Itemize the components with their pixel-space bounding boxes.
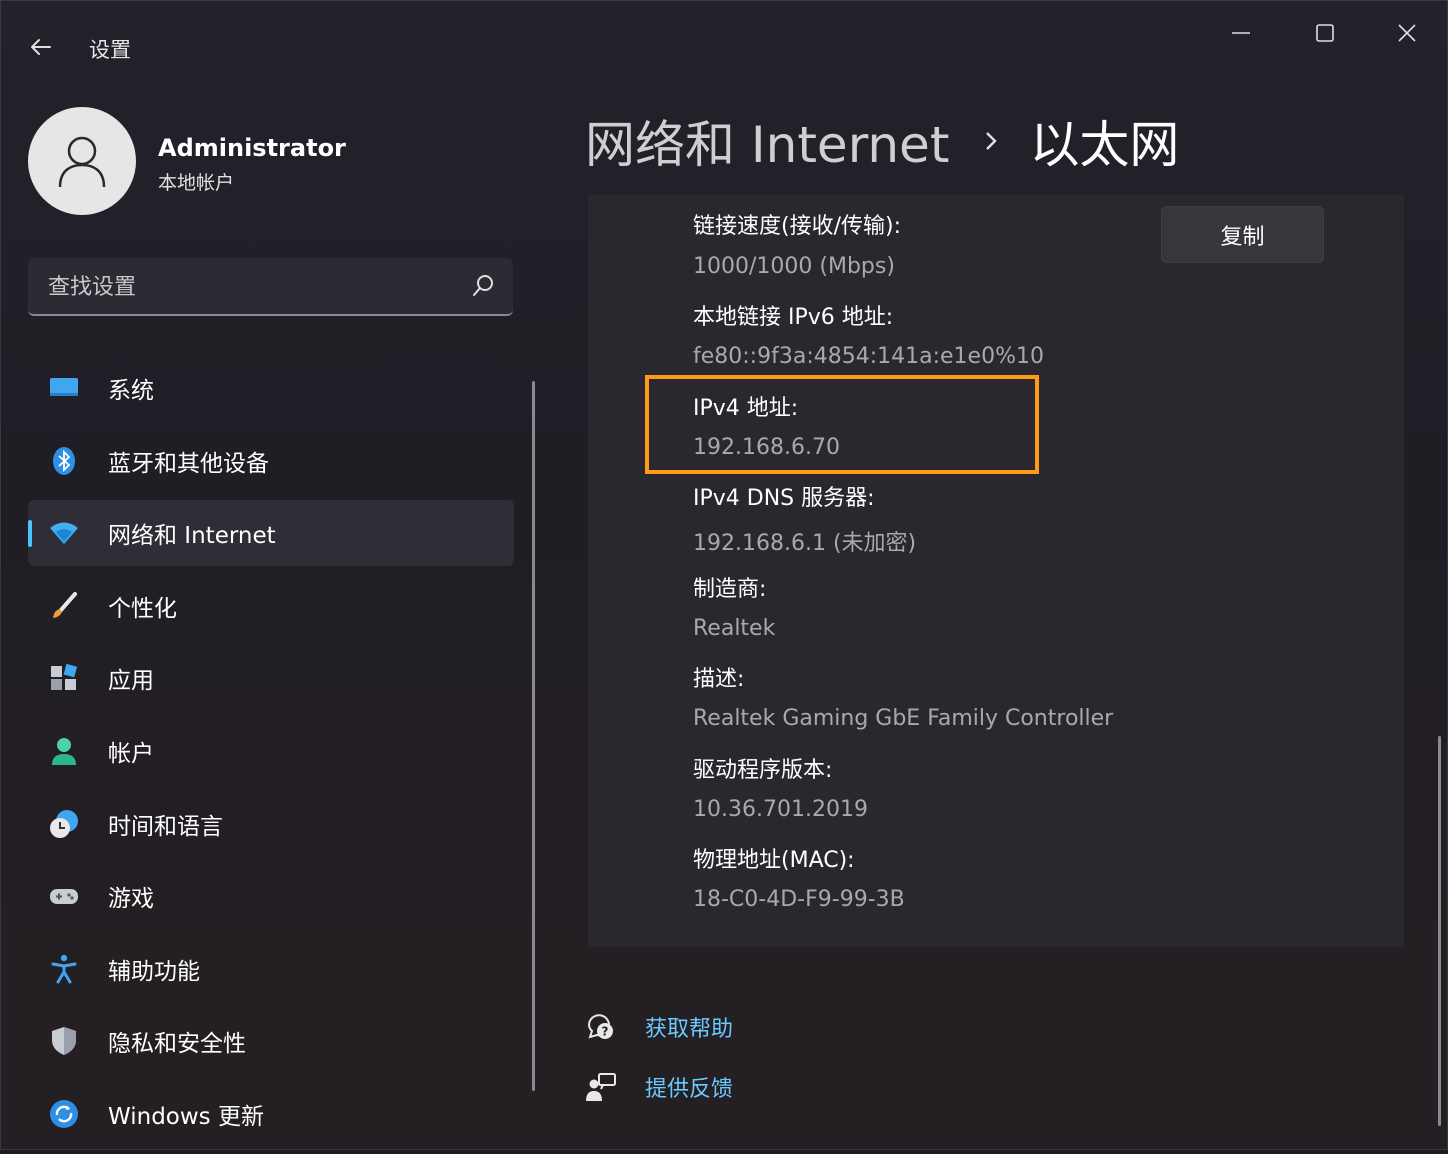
driver-version-label: 驱动程序版本: (693, 758, 833, 783)
shield-icon (48, 1025, 80, 1057)
person-icon (48, 735, 80, 767)
sidebar-item-windows-update[interactable]: Windows 更新 (28, 1081, 514, 1147)
get-help-link[interactable]: ? 获取帮助 (585, 1011, 733, 1043)
bluetooth-icon (48, 445, 80, 477)
breadcrumb: 网络和 Internet 以太网 (585, 106, 1179, 176)
sidebar-item-privacy-security[interactable]: 隐私和安全性 (28, 1008, 514, 1074)
svg-text:?: ? (602, 1025, 609, 1039)
sidebar-item-accessibility[interactable]: 辅助功能 (28, 936, 514, 1002)
search-icon[interactable] (471, 274, 495, 298)
monitor-icon (48, 372, 80, 404)
get-help-label[interactable]: 获取帮助 (645, 1011, 733, 1043)
sidebar-item-label: 个性化 (108, 595, 177, 622)
sidebar-item-time-language[interactable]: 时间和语言 (28, 791, 514, 857)
minimize-button[interactable] (1211, 13, 1271, 53)
mac-value: 18-C0-4D-F9-99-3B (693, 887, 905, 912)
page-title: 以太网 (1029, 116, 1180, 174)
maximize-button[interactable] (1295, 13, 1355, 53)
content-scrollbar[interactable] (1438, 736, 1441, 1126)
manufacturer-label: 制造商: (693, 577, 767, 602)
adapter-properties-card: 复制 链接速度(接收/传输): 1000/1000 (Mbps) 本地链接 IP… (588, 194, 1404, 947)
avatar[interactable] (28, 107, 136, 215)
settings-window: 设置 Administrator 本地帐户 系统 (0, 0, 1448, 1150)
user-name: Administrator (158, 134, 346, 162)
ipv6-value: fe80::9f3a:4854:141a:e1e0%10 (693, 344, 1044, 369)
gamepad-icon (48, 880, 80, 912)
brush-icon (48, 590, 80, 622)
clock-globe-icon (48, 808, 80, 840)
sidebar-item-label: 游戏 (108, 886, 154, 913)
help-chat-icon: ? (585, 1011, 617, 1043)
sidebar-item-label: Windows 更新 (108, 1103, 264, 1130)
update-icon (48, 1098, 80, 1130)
user-silhouette-icon (58, 136, 106, 188)
app-title: 设置 (89, 38, 131, 62)
chevron-right-icon (983, 130, 999, 152)
sidebar-item-personalization[interactable]: 个性化 (28, 573, 514, 639)
link-speed-label: 链接速度(接收/传输): (693, 214, 901, 239)
breadcrumb-parent[interactable]: 网络和 Internet (585, 105, 949, 177)
dns-label: IPv4 DNS 服务器: (693, 486, 875, 511)
ipv4-highlight-box (645, 375, 1039, 474)
sidebar-item-bluetooth[interactable]: 蓝牙和其他设备 (28, 428, 514, 494)
close-icon (1398, 24, 1416, 42)
search-input[interactable] (46, 270, 450, 304)
description-value: Realtek Gaming GbE Family Controller (693, 706, 1114, 731)
link-speed-value: 1000/1000 (Mbps) (693, 254, 895, 279)
accessibility-icon (48, 953, 80, 985)
sidebar-item-label: 辅助功能 (108, 958, 200, 985)
give-feedback-label[interactable]: 提供反馈 (645, 1071, 733, 1103)
description-label: 描述: (693, 667, 745, 692)
sidebar-nav: 系统 蓝牙和其他设备 网络和 Internet 个性化 应用 帐户 时间和语言 … (28, 355, 514, 1154)
sidebar-scrollbar[interactable] (532, 381, 535, 1091)
back-button[interactable] (23, 29, 59, 65)
sidebar-item-network[interactable]: 网络和 Internet (28, 500, 514, 567)
sidebar-item-label: 网络和 Internet (108, 523, 276, 550)
sidebar-item-label: 系统 (108, 378, 154, 404)
search-box[interactable] (28, 258, 513, 316)
feedback-icon (585, 1071, 617, 1103)
copy-button[interactable]: 复制 (1161, 206, 1324, 263)
wifi-icon (48, 517, 80, 549)
sidebar-item-gaming[interactable]: 游戏 (28, 863, 514, 929)
mac-label: 物理地址(MAC): (693, 848, 855, 873)
give-feedback-link[interactable]: 提供反馈 (585, 1071, 733, 1103)
driver-version-value: 10.36.701.2019 (693, 797, 868, 822)
title-bar: 设置 (1, 1, 1448, 91)
sidebar-item-label: 应用 (108, 668, 154, 695)
sidebar-item-accounts[interactable]: 帐户 (28, 718, 514, 784)
account-type: 本地帐户 (158, 172, 235, 194)
sidebar-item-label: 隐私和安全性 (108, 1031, 246, 1058)
ipv6-label: 本地链接 IPv6 地址: (693, 305, 894, 330)
minimize-icon (1232, 32, 1250, 34)
dns-value: 192.168.6.1 (未加密) (693, 531, 917, 556)
sidebar-item-label: 帐户 (108, 740, 154, 767)
back-arrow-icon (31, 39, 51, 55)
sidebar-item-label: 蓝牙和其他设备 (108, 450, 269, 477)
maximize-icon (1316, 24, 1334, 42)
close-button[interactable] (1377, 13, 1437, 53)
apps-icon (48, 662, 80, 694)
sidebar-item-apps[interactable]: 应用 (28, 645, 514, 711)
sidebar-item-label: 时间和语言 (108, 813, 223, 840)
sidebar-item-system[interactable]: 系统 (28, 355, 514, 421)
manufacturer-value: Realtek (693, 616, 776, 641)
